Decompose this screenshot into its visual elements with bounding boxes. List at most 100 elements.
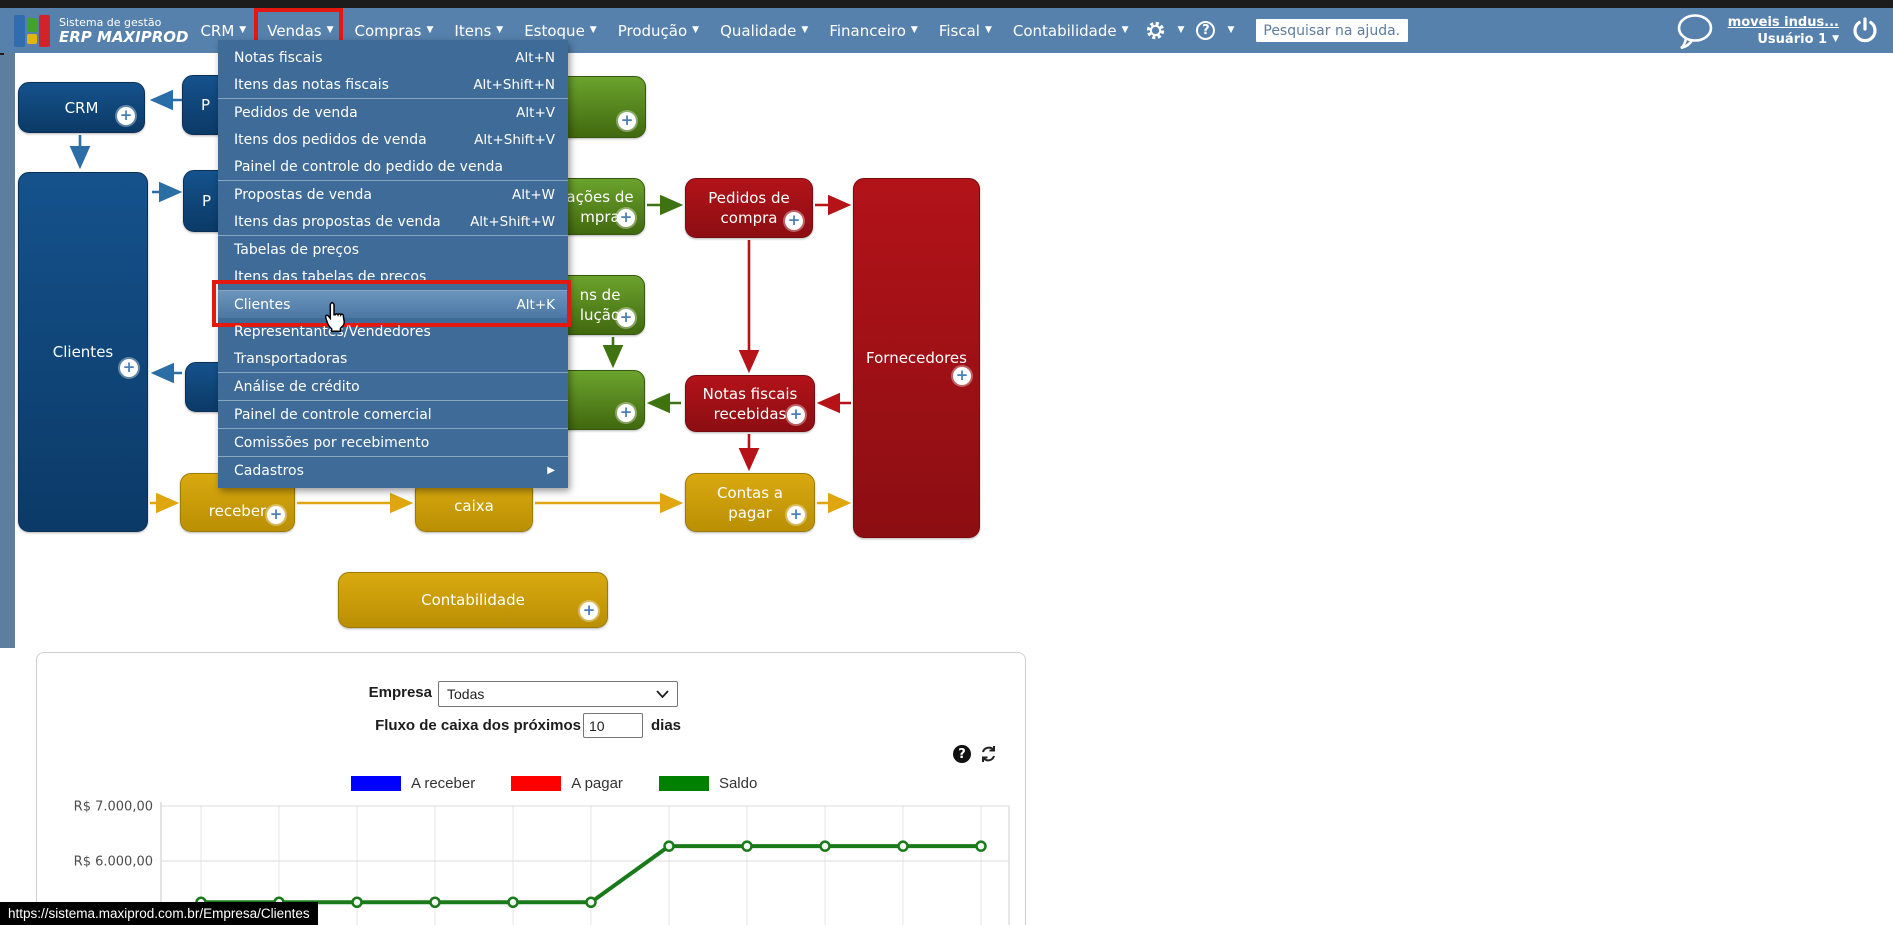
- chevron-down-icon: ▼: [801, 25, 809, 35]
- legend-swatch: [511, 776, 562, 791]
- plus-icon[interactable]: +: [580, 602, 598, 620]
- diagram-box-green-top[interactable]: +: [558, 76, 646, 138]
- fluxo-label: Fluxo de caixa dos próximos: [375, 717, 581, 734]
- plus-icon[interactable]: +: [787, 406, 805, 424]
- dropdown-menu-item[interactable]: Representantes/Vendedores ▶: [218, 318, 568, 345]
- dropdown-menu-item[interactable]: Transportadoras ▶: [218, 345, 568, 372]
- menu-bar-item[interactable]: Qualidade ▼: [720, 22, 808, 40]
- plus-icon[interactable]: +: [617, 209, 635, 227]
- dropdown-menu-item[interactable]: Itens das propostas de venda Alt+Shift+W…: [218, 208, 568, 235]
- dropdown-menu-item[interactable]: Itens das notas fiscais Alt+Shift+N ▶: [218, 71, 568, 98]
- nav-tools: ▼ ? ▼: [1145, 19, 1409, 42]
- nav-right-cluster: moveis indus... Usuário 1 ▼: [1674, 13, 1879, 49]
- menu-bar-item[interactable]: Contabilidade ▼: [1013, 22, 1129, 40]
- menu-bar-item[interactable]: Financeiro ▼: [829, 22, 918, 40]
- window-top-strip: [0, 0, 1893, 8]
- dropdown-menu-item[interactable]: Notas fiscais Alt+N ▶: [218, 44, 568, 71]
- logo-icon: [14, 14, 50, 48]
- dropdown-menu-item[interactable]: Painel de controle comercial ▶: [218, 401, 568, 428]
- diagram-box-pedidos-compra[interactable]: Pedidos de compra +: [685, 178, 813, 238]
- chevron-down-icon: ▼: [239, 25, 247, 35]
- user-caret-icon: ▼: [1832, 33, 1839, 44]
- diagram-box-cotacoes-compra[interactable]: ações de mpra +: [555, 178, 645, 235]
- plus-icon[interactable]: +: [117, 107, 135, 125]
- gear-icon[interactable]: [1145, 20, 1166, 41]
- menu-bar-item[interactable]: Estoque ▼: [524, 22, 597, 40]
- empresa-label: Empresa: [368, 684, 432, 701]
- chart-help-icon[interactable]: ?: [953, 745, 971, 763]
- submenu-arrow-icon: ▶: [547, 465, 555, 476]
- refresh-icon[interactable]: [979, 745, 998, 763]
- menu-bar-item[interactable]: Vendas ▼: [254, 7, 343, 50]
- plus-icon[interactable]: +: [617, 309, 635, 327]
- help-icon[interactable]: ?: [1196, 21, 1216, 40]
- chevron-down-icon: ▼: [984, 25, 992, 35]
- dropdown-menu-item[interactable]: Pedidos de venda Alt+V ▶: [218, 99, 568, 126]
- menu-bar-item[interactable]: Compras ▼: [355, 22, 434, 40]
- svg-text:R$ 7.000,00: R$ 7.000,00: [74, 800, 153, 815]
- menu-bar-item[interactable]: Fiscal ▼: [939, 22, 992, 40]
- account-block: moveis indus... Usuário 1 ▼: [1728, 14, 1839, 48]
- empresa-select[interactable]: Todas: [438, 681, 678, 707]
- main-menu: CRM ▼ Vendas ▼ Compras ▼ Itens ▼ Estoque…: [200, 7, 1129, 50]
- legend-item: A receber: [351, 775, 475, 792]
- dropdown-menu-item[interactable]: Painel de controle do pedido de venda ▶: [218, 153, 568, 180]
- help-caret-icon[interactable]: ▼: [1227, 26, 1234, 35]
- plus-icon[interactable]: +: [618, 112, 636, 130]
- diagram-box-crm[interactable]: CRM +: [18, 82, 145, 133]
- menu-bar-item[interactable]: CRM ▼: [200, 22, 246, 40]
- plus-icon[interactable]: +: [267, 506, 285, 524]
- diagram-box-green-bottom[interactable]: +: [555, 370, 645, 430]
- chevron-down-icon: ▼: [910, 25, 918, 35]
- svg-text:R$ 6.000,00: R$ 6.000,00: [74, 855, 153, 870]
- chevron-down-icon: ▼: [692, 25, 700, 35]
- app-logo[interactable]: Sistema de gestão ERP MAXIPROD: [14, 14, 188, 48]
- dias-input[interactable]: [583, 713, 643, 738]
- vendas-dropdown-menu: Notas fiscais Alt+N ▶ Itens das notas fi…: [212, 40, 571, 488]
- plus-icon[interactable]: +: [953, 367, 971, 385]
- shortcut-label: Alt+V: [516, 104, 555, 121]
- dropdown-menu-item[interactable]: Comissões por recebimento ▶: [218, 429, 568, 456]
- diagram-box-clientes[interactable]: Clientes +: [18, 172, 148, 532]
- plus-icon[interactable]: +: [787, 506, 805, 524]
- chevron-down-icon: ▼: [426, 25, 434, 35]
- shortcut-label: Alt+N: [515, 49, 555, 66]
- dropdown-menu-item[interactable]: Itens das tabelas de preços ▶: [218, 263, 568, 290]
- chat-icon[interactable]: [1674, 13, 1716, 49]
- logout-power-icon[interactable]: [1851, 16, 1879, 46]
- page: Sistema de gestão ERP MAXIPROD CRM ▼ Ven…: [0, 0, 1893, 925]
- diagram-box-fornecedores[interactable]: Fornecedores +: [853, 178, 980, 538]
- browser-status-bar: https://sistema.maxiprod.com.br/Empresa/…: [0, 902, 318, 925]
- plus-icon[interactable]: +: [785, 212, 803, 230]
- legend-item: A pagar: [511, 775, 623, 792]
- shortcut-label: Alt+Shift+V: [474, 131, 555, 148]
- chevron-down-icon: ▼: [589, 25, 597, 35]
- plus-icon[interactable]: +: [120, 359, 138, 377]
- dropdown-menu-item[interactable]: Cadastros ▶: [218, 457, 568, 484]
- menu-bar-item[interactable]: Itens ▼: [454, 22, 503, 40]
- plus-icon[interactable]: +: [617, 404, 635, 422]
- diagram-box-contas-pagar[interactable]: Contas a pagar +: [685, 473, 815, 532]
- user-menu[interactable]: Usuário 1 ▼: [1728, 31, 1839, 48]
- legend-item: Saldo: [658, 775, 757, 792]
- dropdown-menu-item[interactable]: Clientes Alt+K ▶: [212, 280, 571, 327]
- gear-caret-icon[interactable]: ▼: [1178, 26, 1185, 35]
- diagram-box-ordens-producao[interactable]: ns de lução +: [555, 275, 645, 335]
- chevron-down-icon: ▼: [1121, 25, 1129, 35]
- shortcut-label: Alt+Shift+W: [470, 213, 555, 230]
- logo-title: ERP MAXIPROD: [59, 28, 189, 46]
- diagram-box-notas-recebidas[interactable]: Notas fiscais recebidas +: [685, 375, 815, 432]
- menu-bar-item[interactable]: Produção ▼: [618, 22, 699, 40]
- company-link[interactable]: moveis indus...: [1728, 14, 1839, 31]
- shortcut-label: Alt+K: [516, 296, 555, 313]
- dias-suffix: dias: [651, 717, 682, 734]
- dropdown-menu-item[interactable]: Análise de crédito ▶: [218, 373, 568, 400]
- chevron-down-icon: ▼: [326, 25, 334, 35]
- diagram-box-contabilidade[interactable]: Contabilidade +: [338, 572, 608, 628]
- dropdown-menu-item[interactable]: Itens dos pedidos de venda Alt+Shift+V ▶: [218, 126, 568, 153]
- dropdown-menu-item[interactable]: Propostas de venda Alt+W ▶: [218, 181, 568, 208]
- dropdown-menu-item[interactable]: Tabelas de preços ▶: [218, 236, 568, 263]
- legend-swatch: [658, 776, 709, 791]
- search-input[interactable]: [1256, 19, 1409, 42]
- status-url: https://sistema.maxiprod.com.br/Empresa/…: [8, 906, 310, 921]
